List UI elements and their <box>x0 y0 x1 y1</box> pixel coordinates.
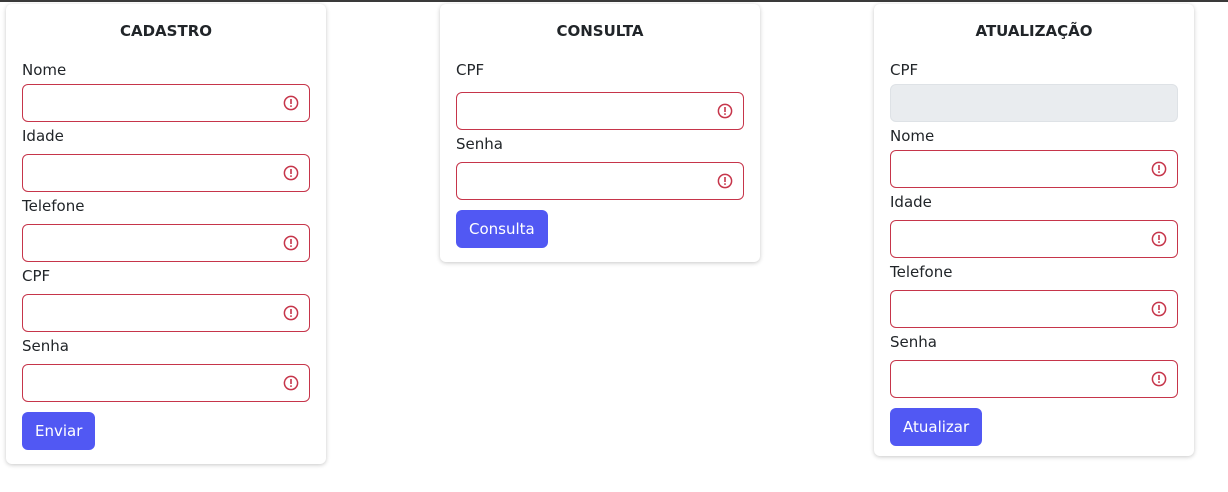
error-circle-icon <box>283 305 299 321</box>
error-circle-icon <box>283 375 299 391</box>
atualizacao-idade-input[interactable] <box>890 220 1178 258</box>
cadastro-telefone-input[interactable] <box>22 224 310 262</box>
atualizacao-card: ATUALIZAÇÃO CPF Nome Idade Telefone Senh… <box>874 4 1194 456</box>
cadastro-senha-input[interactable] <box>22 364 310 402</box>
error-circle-icon <box>283 95 299 111</box>
cadastro-idade-input[interactable] <box>22 154 310 192</box>
atualizacao-senha-label: Senha <box>890 333 937 351</box>
top-border <box>0 0 1228 2</box>
enviar-button[interactable]: Enviar <box>22 412 96 450</box>
cadastro-nome-input[interactable] <box>22 84 310 122</box>
atualizar-button[interactable]: Atualizar <box>890 408 983 446</box>
atualizacao-cpf-label: CPF <box>890 61 919 79</box>
atualizacao-title: ATUALIZAÇÃO <box>975 22 1093 40</box>
consulta-button[interactable]: Consulta <box>456 210 548 248</box>
error-circle-icon <box>717 173 733 189</box>
consulta-title: CONSULTA <box>556 22 644 40</box>
consulta-card: CONSULTA CPF Senha Consulta <box>440 4 760 262</box>
cadastro-nome-label: Nome <box>22 61 67 79</box>
atualizacao-nome-input[interactable] <box>890 150 1178 188</box>
atualizacao-cpf-input-disabled <box>890 84 1178 122</box>
atualizacao-idade-label: Idade <box>890 193 932 211</box>
cadastro-senha-label: Senha <box>22 337 69 355</box>
cadastro-cpf-input[interactable] <box>22 294 310 332</box>
error-circle-icon <box>1151 231 1167 247</box>
error-circle-icon <box>1151 161 1167 177</box>
atualizacao-nome-label: Nome <box>890 127 935 145</box>
consulta-senha-label: Senha <box>456 135 503 153</box>
error-circle-icon <box>283 235 299 251</box>
cadastro-idade-label: Idade <box>22 127 64 145</box>
error-circle-icon <box>1151 301 1167 317</box>
atualizacao-telefone-label: Telefone <box>890 263 953 281</box>
cadastro-cpf-label: CPF <box>22 267 51 285</box>
atualizacao-senha-input[interactable] <box>890 360 1178 398</box>
cadastro-telefone-label: Telefone <box>22 197 85 215</box>
consulta-senha-input[interactable] <box>456 162 744 200</box>
consulta-cpf-label: CPF <box>456 61 485 79</box>
atualizacao-telefone-input[interactable] <box>890 290 1178 328</box>
error-circle-icon <box>283 165 299 181</box>
consulta-cpf-input[interactable] <box>456 92 744 130</box>
cadastro-card: CADASTRO Nome Idade Telefone CPF Senha E… <box>6 4 326 464</box>
error-circle-icon <box>1151 371 1167 387</box>
error-circle-icon <box>717 103 733 119</box>
cadastro-title: CADASTRO <box>119 22 212 40</box>
